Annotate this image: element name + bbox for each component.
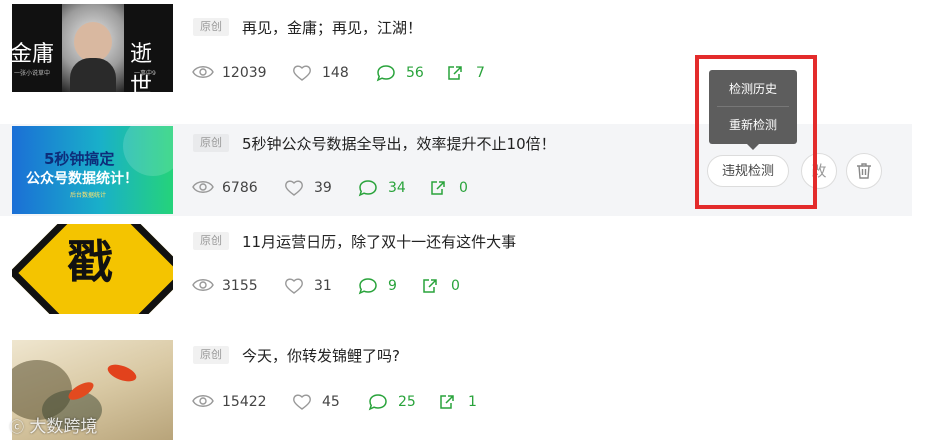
original-tag: 原创 <box>193 346 229 364</box>
article-thumbnail[interactable]: 5秒钟搞定 公众号数据统计！ 后台数据统计 <box>12 126 173 214</box>
comment-icon <box>368 394 387 411</box>
thumbnail-text: 戳 <box>67 235 113 289</box>
share-icon <box>440 395 454 409</box>
article-title[interactable]: 11月运营日历，除了双十一还有这件大事 <box>242 231 516 252</box>
trash-icon <box>857 163 871 179</box>
highlight-box <box>695 55 817 209</box>
thumbnail-text: 5秒钟搞定 <box>44 150 115 168</box>
article-thumbnail[interactable]: 戳 <box>12 224 173 314</box>
comment-icon <box>358 180 377 197</box>
eye-icon <box>192 395 214 407</box>
article-title[interactable]: 5秒钟公众号数据全导出，效率提升不止10倍！ <box>242 133 556 154</box>
share-icon <box>448 66 462 80</box>
article-row-3[interactable]: 戳 原创 11月运营日历，除了双十一还有这件大事 3155 31 9 0 <box>0 224 912 314</box>
original-tag: 原创 <box>193 134 229 152</box>
original-tag: 原创 <box>193 18 229 36</box>
article-thumbnail[interactable]: 金庸 逝世 一张小说草中 一事中9 <box>12 4 173 92</box>
share-icon <box>423 279 437 293</box>
thumbnail-text: 公众号数据统计！ <box>26 171 138 187</box>
article-title[interactable]: 再见，金庸；再见，江湖！ <box>242 17 422 38</box>
watermark-logo-icon: ⓒ <box>10 420 24 436</box>
article-row-4[interactable]: 原创 今天，你转发锦鲤了吗? 15422 45 25 1 <box>0 338 912 440</box>
thumbnail-text: 后台数据统计 <box>70 192 107 199</box>
thumbnail-text: 金庸 <box>12 42 55 67</box>
thumbnail-text: 一张小说草中 <box>14 70 51 77</box>
original-tag: 原创 <box>193 232 229 250</box>
watermark: ⓒ 大数跨境 <box>10 417 98 437</box>
heart-icon <box>293 65 311 81</box>
heart-icon <box>285 180 303 196</box>
eye-icon <box>192 279 214 291</box>
eye-icon <box>192 66 214 78</box>
share-icon <box>431 181 445 195</box>
comment-icon <box>376 65 395 82</box>
heart-icon <box>293 394 311 410</box>
comment-icon <box>358 278 377 295</box>
eye-icon <box>192 181 214 193</box>
article-title[interactable]: 今天，你转发锦鲤了吗? <box>242 345 400 366</box>
delete-button[interactable] <box>846 153 882 189</box>
heart-icon <box>285 278 303 294</box>
thumbnail-text: 逝世 <box>130 42 153 92</box>
thumbnail-text: 一事中9 <box>134 70 156 77</box>
